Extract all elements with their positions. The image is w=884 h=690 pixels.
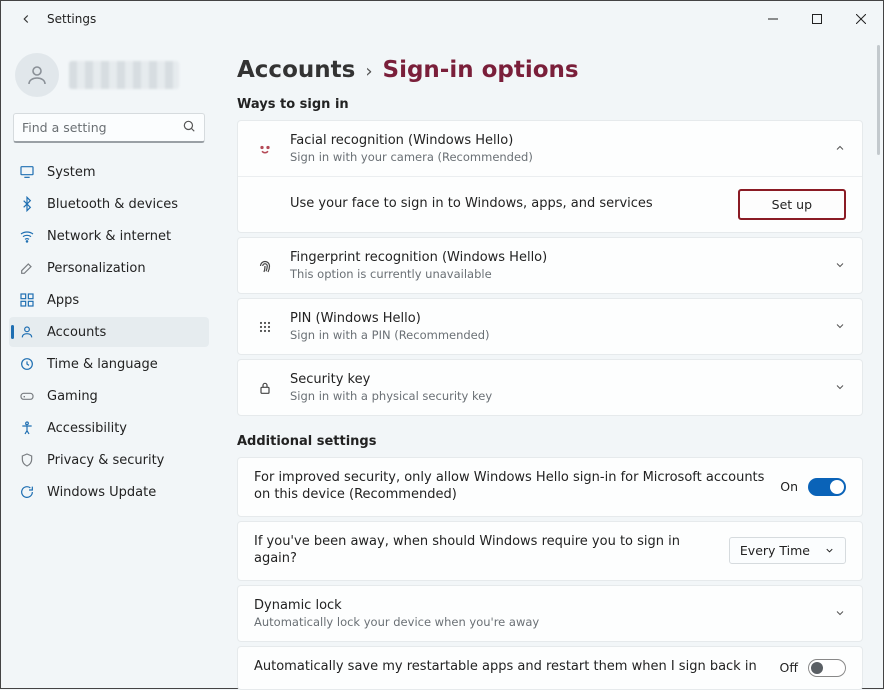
maximize-button[interactable] [795,1,839,37]
facial-recognition-row[interactable]: Facial recognition (Windows Hello) Sign … [238,121,862,176]
nav: System Bluetooth & devices Network & int… [9,157,209,507]
nav-label: Privacy & security [47,453,164,468]
row-title: For improved security, only allow Window… [254,470,766,504]
shield-icon [19,452,35,468]
breadcrumb: Accounts › Sign-in options [237,57,863,83]
wifi-icon [19,228,35,244]
clock-icon [19,356,35,372]
brush-icon [19,260,35,276]
nav-label: Time & language [47,357,158,372]
nav-label: Accessibility [47,421,127,436]
facial-recognition-card: Facial recognition (Windows Hello) Sign … [237,120,863,233]
window-title: Settings [47,12,96,26]
search-icon [182,118,196,137]
lock-icon [254,380,276,396]
nav-system[interactable]: System [9,157,209,187]
nav-privacy[interactable]: Privacy & security [9,445,209,475]
profile-block[interactable] [9,43,209,113]
toggle-state-label: On [780,479,798,494]
restart-apps-toggle[interactable] [808,659,846,677]
nav-label: Bluetooth & devices [47,197,178,212]
nav-accessibility[interactable]: Accessibility [9,413,209,443]
chevron-right-icon: › [365,61,372,82]
row-sub: This option is currently unavailable [290,267,820,281]
nav-label: Network & internet [47,229,171,244]
breadcrumb-current: Sign-in options [383,57,579,83]
nav-bluetooth[interactable]: Bluetooth & devices [9,189,209,219]
nav-personalization[interactable]: Personalization [9,253,209,283]
close-button[interactable] [839,1,883,37]
accounts-icon [19,324,35,340]
face-icon [254,140,276,158]
gaming-icon [19,388,35,404]
window-controls [751,1,883,37]
restart-apps-card: Automatically save my restartable apps a… [237,646,863,690]
chevron-down-icon [834,604,846,623]
nav-label: Apps [47,293,79,308]
nav-time-language[interactable]: Time & language [9,349,209,379]
chevron-up-icon [834,139,846,158]
dynamic-lock-card[interactable]: Dynamic lock Automatically lock your dev… [237,585,863,642]
update-icon [19,484,35,500]
row-desc: Use your face to sign in to Windows, app… [290,196,724,213]
row-sub: Automatically lock your device when you'… [254,615,820,629]
section-ways-to-sign-in: Ways to sign in [237,97,863,112]
pin-card[interactable]: PIN (Windows Hello) Sign in with a PIN (… [237,298,863,355]
row-title: Automatically save my restartable apps a… [254,659,766,676]
facial-setup-row: Use your face to sign in to Windows, app… [238,176,862,232]
section-additional-settings: Additional settings [237,434,863,449]
keypad-icon [254,319,276,335]
nav-label: Personalization [47,261,146,276]
scrollbar[interactable] [877,45,880,155]
search-input[interactable] [22,120,182,135]
row-title: Security key [290,372,820,387]
nav-label: Windows Update [47,485,156,500]
row-title: Dynamic lock [254,598,820,613]
chevron-down-icon [834,378,846,397]
chevron-down-icon [834,317,846,336]
nav-windows-update[interactable]: Windows Update [9,477,209,507]
back-button[interactable] [11,4,41,34]
security-key-card[interactable]: Security key Sign in with a physical sec… [237,359,863,416]
nav-accounts[interactable]: Accounts [9,317,209,347]
display-icon [19,164,35,180]
profile-name-redacted [69,61,179,89]
nav-label: System [47,165,95,180]
hello-only-toggle[interactable] [808,478,846,496]
bluetooth-icon [19,196,35,212]
hello-only-card: For improved security, only allow Window… [237,457,863,517]
sidebar: System Bluetooth & devices Network & int… [1,37,217,690]
minimize-button[interactable] [751,1,795,37]
reauth-card: If you've been away, when should Windows… [237,521,863,581]
row-title: Facial recognition (Windows Hello) [290,133,820,148]
row-sub: Sign in with a PIN (Recommended) [290,328,820,342]
nav-apps[interactable]: Apps [9,285,209,315]
row-title: If you've been away, when should Windows… [254,534,715,568]
avatar [15,53,59,97]
row-title: PIN (Windows Hello) [290,311,820,326]
titlebar: Settings [1,1,883,37]
fingerprint-card[interactable]: Fingerprint recognition (Windows Hello) … [237,237,863,294]
nav-gaming[interactable]: Gaming [9,381,209,411]
apps-icon [19,292,35,308]
row-sub: Sign in with a physical security key [290,389,820,403]
row-sub: Sign in with your camera (Recommended) [290,150,820,164]
nav-label: Gaming [47,389,98,404]
content: Accounts › Sign-in options Ways to sign … [217,37,883,690]
toggle-state-label: Off [780,660,798,675]
breadcrumb-parent[interactable]: Accounts [237,57,355,83]
chevron-down-icon [834,256,846,275]
dropdown-value: Every Time [740,543,810,558]
set-up-button[interactable]: Set up [738,189,846,220]
reauth-dropdown[interactable]: Every Time [729,537,846,564]
fingerprint-icon [254,257,276,275]
search-box[interactable] [13,113,205,143]
row-title: Fingerprint recognition (Windows Hello) [290,250,820,265]
accessibility-icon [19,420,35,436]
nav-label: Accounts [47,325,106,340]
chevron-down-icon [824,545,835,556]
nav-network[interactable]: Network & internet [9,221,209,251]
